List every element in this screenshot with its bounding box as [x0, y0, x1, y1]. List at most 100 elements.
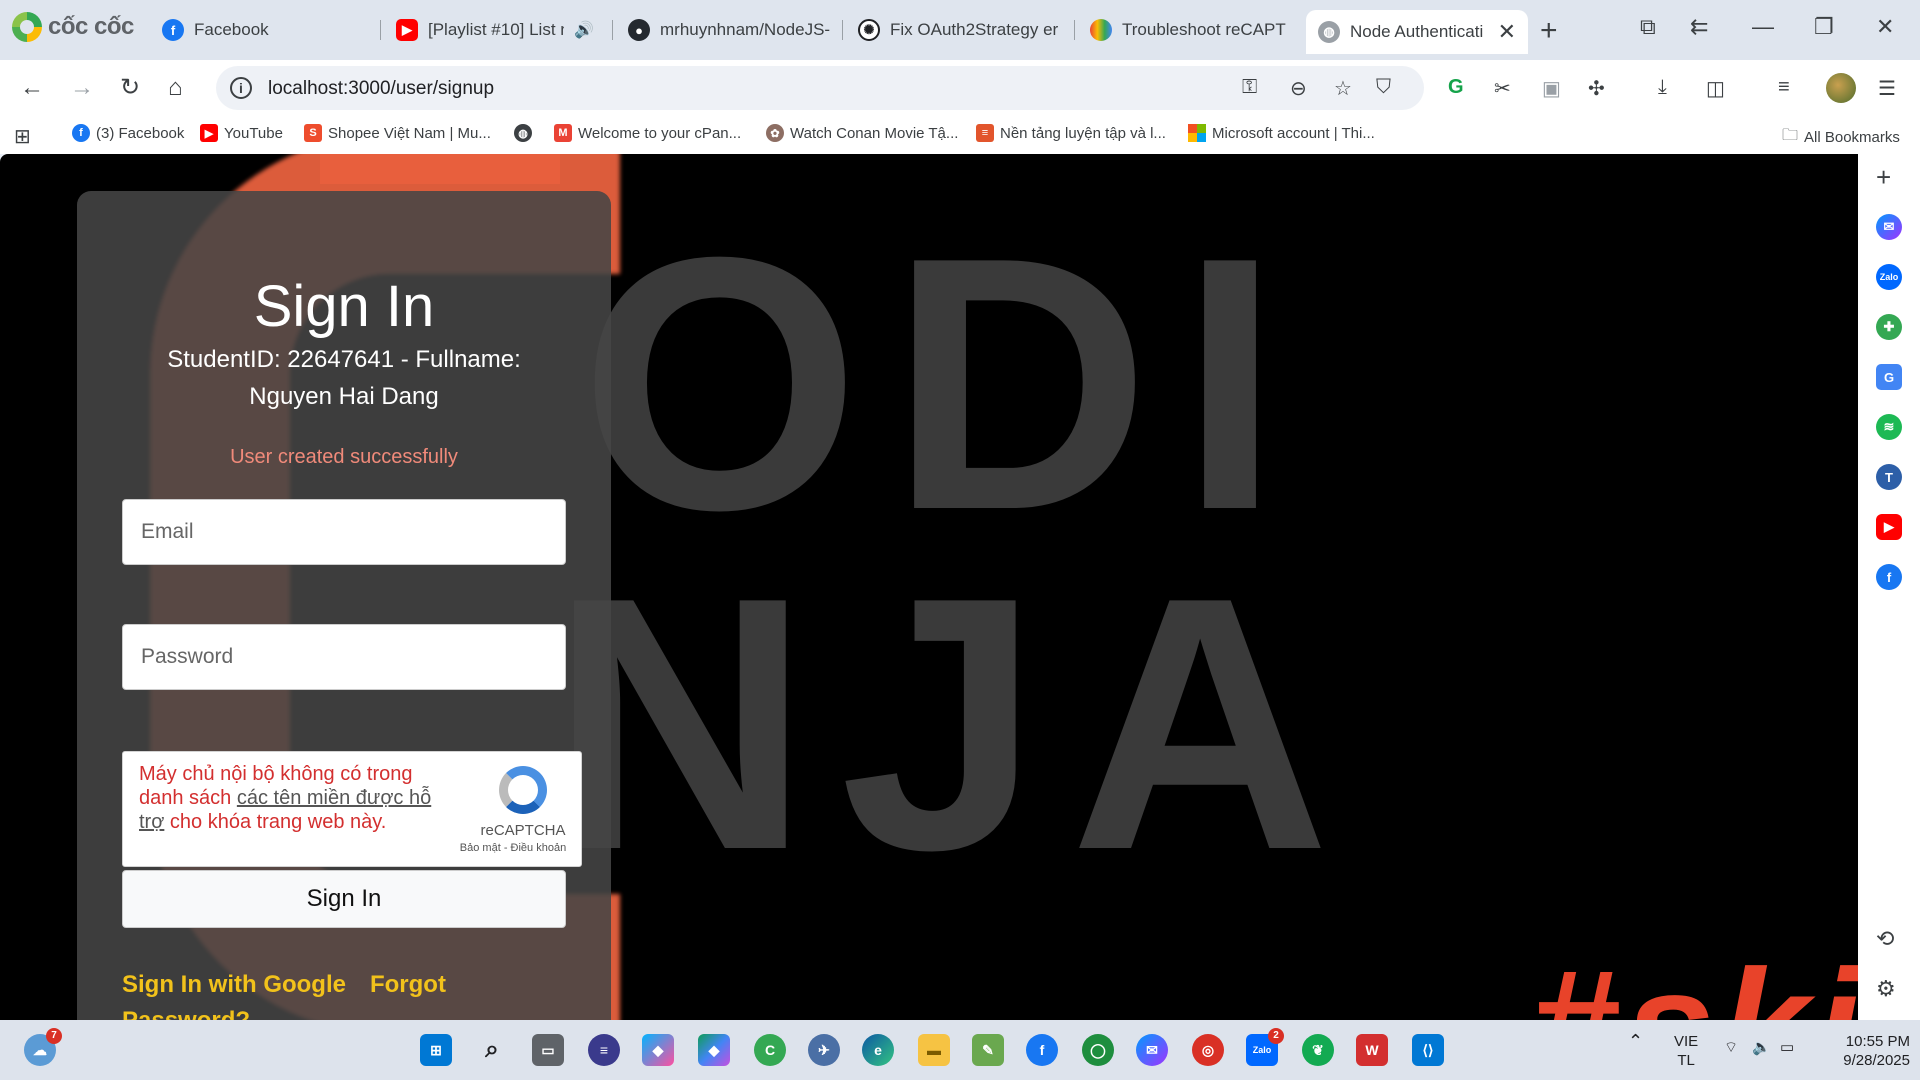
- app-tool-icon[interactable]: ✎: [972, 1034, 1004, 1066]
- clock[interactable]: 10:55 PM 9/28/2025: [1826, 1032, 1910, 1070]
- tab-facebook[interactable]: f Facebook: [150, 10, 370, 50]
- app-bird-icon[interactable]: ✈: [808, 1034, 840, 1066]
- translate-icon[interactable]: G: [1876, 364, 1902, 390]
- bookmark-facebook[interactable]: f (3) Facebook: [72, 124, 184, 142]
- home-icon[interactable]: ⌂: [168, 74, 183, 102]
- zalo-taskbar-icon[interactable]: Zalo 2: [1246, 1028, 1284, 1066]
- split-view-icon[interactable]: ◫: [1706, 76, 1725, 101]
- bookmark-gmail[interactable]: M Welcome to your cPan...: [554, 124, 741, 142]
- clock-date: 9/28/2025: [1843, 1052, 1910, 1069]
- task-view-icon[interactable]: ▭: [532, 1034, 564, 1066]
- star-icon[interactable]: ☆: [1334, 76, 1352, 101]
- close-window-icon[interactable]: ✕: [1876, 14, 1894, 40]
- mongodb-icon[interactable]: ❦: [1302, 1034, 1334, 1066]
- bookmark-globe[interactable]: ◍: [514, 124, 532, 142]
- weather-icon[interactable]: ☁ 7: [24, 1028, 62, 1066]
- search-icon[interactable]: ⌕: [476, 1034, 508, 1066]
- download-icon[interactable]: ⤓: [1658, 76, 1667, 99]
- address-url[interactable]: localhost:3000/user/signup: [268, 78, 494, 100]
- game-icon[interactable]: ✚: [1876, 314, 1902, 340]
- coccoc-taskbar-icon[interactable]: C: [754, 1034, 786, 1066]
- history-icon[interactable]: ⟲: [1876, 926, 1894, 952]
- site-info-icon[interactable]: i: [230, 77, 252, 99]
- app-eclipse-icon[interactable]: ≡: [588, 1034, 620, 1066]
- shield-icon[interactable]: ⛉: [1376, 76, 1391, 99]
- facebook-taskbar-icon[interactable]: f: [1026, 1034, 1058, 1066]
- avatar[interactable]: [1826, 73, 1856, 103]
- key-icon[interactable]: ⚿: [1242, 76, 1257, 99]
- recaptcha-widget[interactable]: Máy chủ nội bộ không có trong danh sách …: [122, 751, 582, 867]
- browser-brand[interactable]: cốc cốc: [12, 12, 134, 42]
- facebook-icon[interactable]: f: [1876, 564, 1902, 590]
- spotify-icon[interactable]: ≋: [1876, 414, 1902, 440]
- bookmark-label: Welcome to your cPan...: [578, 124, 742, 142]
- settings-gear-icon[interactable]: ⚙: [1876, 976, 1896, 1002]
- tab-fix-oauth[interactable]: ✺ Fix OAuth2Strategy erro: [846, 10, 1070, 50]
- extension-grey-icon[interactable]: ▣: [1542, 76, 1561, 101]
- file-explorer-icon[interactable]: ▬: [918, 1034, 950, 1066]
- reload-icon[interactable]: ↻: [120, 74, 140, 102]
- m365-icon[interactable]: ◆: [698, 1034, 730, 1066]
- new-tab-button[interactable]: +: [1540, 14, 1558, 48]
- wps-office-icon[interactable]: W: [1356, 1034, 1388, 1066]
- extension-tool-icon[interactable]: ✂: [1494, 76, 1511, 101]
- telegram-t-icon[interactable]: T: [1876, 464, 1902, 490]
- bookmark-shopee[interactable]: S Shopee Việt Nam | Mu...: [304, 124, 491, 142]
- restore-icon[interactable]: ❐: [1814, 14, 1834, 40]
- tab-separator: [1074, 20, 1075, 40]
- vscode-icon[interactable]: ⟨⟩: [1412, 1034, 1444, 1066]
- wifi-icon[interactable]: ⌔: [1724, 1038, 1738, 1057]
- app-lens-icon[interactable]: ◎: [1192, 1034, 1224, 1066]
- messenger-taskbar-icon[interactable]: ✉: [1136, 1034, 1168, 1066]
- flash-message: User created successfully: [230, 446, 458, 468]
- zoom-out-icon[interactable]: ⊖: [1290, 76, 1307, 101]
- tab-back-icon[interactable]: ⇇: [1690, 14, 1708, 40]
- grammarly-icon[interactable]: G: [1448, 76, 1464, 99]
- bookmark-label: Nền tảng luyện tập và l...: [1000, 124, 1166, 142]
- web-page: ODI NJA #ski Sign In StudentID: 22647641…: [0, 154, 1858, 1020]
- tab-playlist[interactable]: ▶ [Playlist #10] List nh 🔊: [384, 10, 606, 50]
- all-bookmarks[interactable]: 🗀 All Bookmarks: [1782, 124, 1900, 151]
- password-field[interactable]: [122, 624, 566, 690]
- puzzle-icon[interactable]: ✣: [1588, 76, 1605, 101]
- youtube-icon: ▶: [200, 124, 218, 142]
- youtube-icon[interactable]: ▶: [1876, 514, 1902, 540]
- show-hidden-icons[interactable]: ⌃: [1628, 1032, 1643, 1051]
- copilot-icon[interactable]: ◆: [642, 1034, 674, 1066]
- menu-icon[interactable]: ☰: [1878, 76, 1896, 101]
- tab-node-authentication[interactable]: ◍ Node Authenticati ✕: [1306, 10, 1528, 54]
- bookmark-microsoft[interactable]: Microsoft account | Thi...: [1188, 124, 1375, 142]
- minimize-icon[interactable]: —: [1752, 14, 1774, 40]
- volume-icon[interactable]: 🔈: [1752, 1038, 1771, 1057]
- address-bar[interactable]: i localhost:3000/user/signup ⚿ ⊖ ☆ ⛉: [216, 66, 1424, 110]
- add-panel-icon[interactable]: +: [1876, 162, 1891, 193]
- bookmark-youtube[interactable]: ▶ YouTube: [200, 124, 283, 142]
- tab-github[interactable]: ● mrhuynhnam/NodeJS-/: [616, 10, 842, 50]
- app-ring-icon[interactable]: ◯: [1082, 1034, 1114, 1066]
- search-tabs-icon[interactable]: ⧉: [1640, 14, 1656, 40]
- google-signin-link[interactable]: Sign In with Google: [122, 971, 346, 998]
- zalo-icon[interactable]: Zalo: [1876, 264, 1902, 290]
- apps-grid-icon[interactable]: ⊞: [14, 124, 31, 149]
- forward-icon[interactable]: →: [70, 74, 94, 102]
- tab-separator: [612, 20, 613, 40]
- media-queue-icon[interactable]: ≡: [1778, 76, 1790, 99]
- edge-icon[interactable]: e: [862, 1034, 894, 1066]
- close-tab-icon[interactable]: ✕: [1498, 19, 1516, 45]
- bookmark-label: Microsoft account | Thi...: [1212, 124, 1375, 142]
- recaptcha-logo-icon: [499, 766, 547, 814]
- language-indicator[interactable]: VIE TL: [1674, 1032, 1698, 1070]
- windows-start-icon[interactable]: ⊞: [420, 1034, 452, 1066]
- tab-troubleshoot-recaptcha[interactable]: Troubleshoot reCAPTCH: [1078, 10, 1298, 50]
- back-icon[interactable]: ←: [20, 74, 44, 102]
- messenger-icon[interactable]: ✉: [1876, 214, 1902, 240]
- recaptcha-terms-link[interactable]: Điều khoản: [511, 842, 567, 854]
- battery-icon[interactable]: ▭: [1780, 1038, 1794, 1057]
- sign-in-button[interactable]: Sign In: [122, 870, 566, 928]
- speaker-icon[interactable]: 🔊: [574, 20, 594, 40]
- brand-text: cốc cốc: [48, 13, 134, 40]
- recaptcha-privacy-link[interactable]: Bảo mật: [460, 842, 501, 854]
- email-field[interactable]: [122, 499, 566, 565]
- bookmark-practice[interactable]: ≡ Nền tảng luyện tập và l...: [976, 124, 1166, 142]
- bookmark-conan[interactable]: ✿ Watch Conan Movie Tậ...: [766, 124, 958, 142]
